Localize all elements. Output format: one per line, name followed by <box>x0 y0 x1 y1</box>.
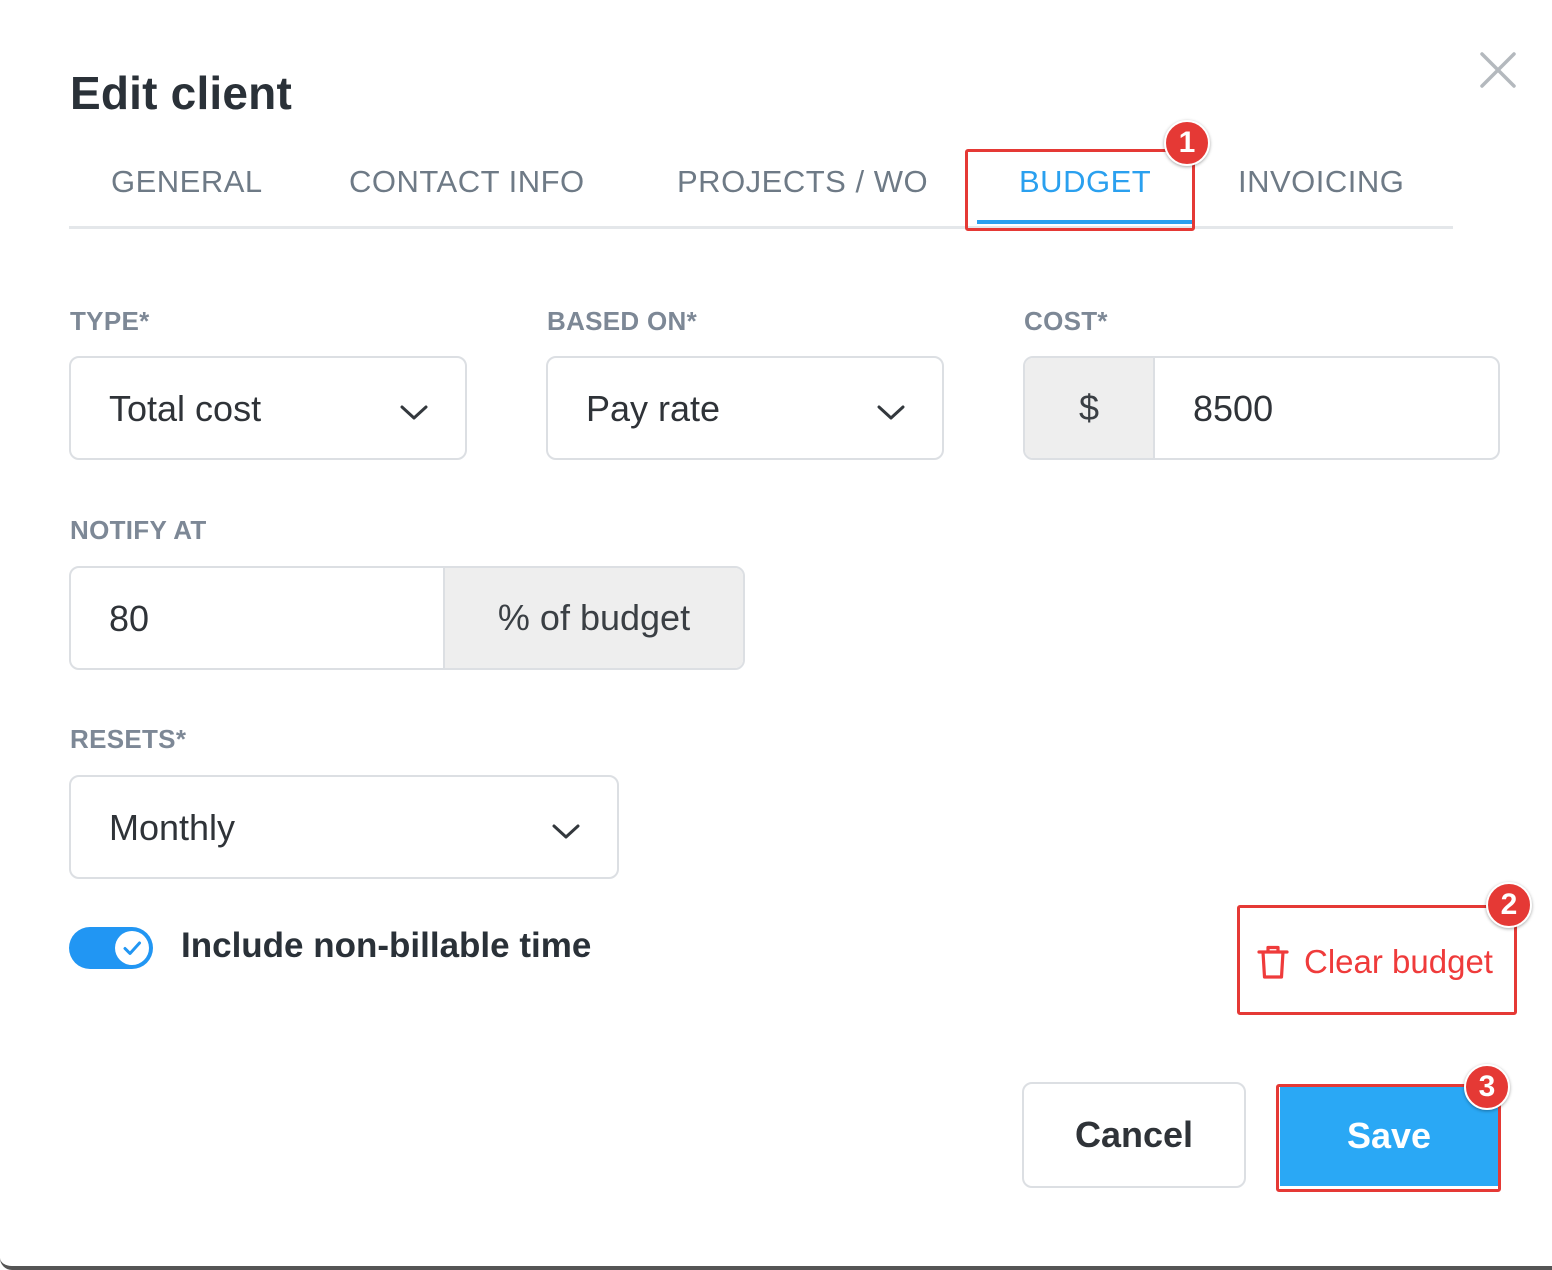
based-on-label: BASED ON* <box>547 306 698 336</box>
include-non-billable-toggle[interactable] <box>69 927 153 969</box>
cost-input-group: $ 8500 <box>1023 356 1500 460</box>
based-on-select[interactable]: Pay rate <box>546 356 944 460</box>
cost-input[interactable]: 8500 <box>1155 358 1498 458</box>
toggle-knob <box>115 931 149 965</box>
cost-value: 8500 <box>1193 388 1274 429</box>
based-on-value: Pay rate <box>586 388 721 429</box>
type-value: Total cost <box>109 388 262 429</box>
type-select[interactable]: Total cost <box>69 356 467 460</box>
tab-contact-info[interactable]: CONTACT INFO <box>349 164 585 200</box>
check-icon <box>123 941 141 955</box>
step-badge-2: 2 <box>1486 882 1532 928</box>
clear-budget-label: Clear budget <box>1304 943 1493 980</box>
tab-projects-wo[interactable]: PROJECTS / WO <box>677 164 928 200</box>
save-button[interactable]: Save <box>1280 1086 1498 1186</box>
resets-value: Monthly <box>109 807 236 848</box>
notify-at-input[interactable]: 80 <box>71 568 443 668</box>
percent-of-budget-suffix: % of budget <box>443 568 743 668</box>
edit-client-dialog: Edit client GENERAL CONTACT INFO PROJECT… <box>0 0 1552 1270</box>
tab-bar: GENERAL CONTACT INFO PROJECTS / WO BUDGE… <box>69 150 1453 229</box>
active-tab-indicator <box>977 220 1195 224</box>
tab-budget[interactable]: BUDGET <box>1019 164 1151 200</box>
resets-label: RESETS* <box>70 724 187 754</box>
cost-label: COST* <box>1024 306 1108 336</box>
step-badge-1: 1 <box>1164 120 1210 166</box>
step-badge-3: 3 <box>1464 1064 1510 1110</box>
notify-at-input-group: 80 % of budget <box>69 566 745 670</box>
clear-budget-button[interactable]: Clear budget <box>1256 938 1493 986</box>
tab-invoicing[interactable]: INVOICING <box>1238 164 1404 200</box>
close-button[interactable] <box>1478 50 1518 90</box>
include-non-billable-label: Include non-billable time <box>181 926 592 965</box>
chevron-down-icon <box>877 405 905 420</box>
close-icon <box>1480 52 1516 88</box>
trash-icon <box>1257 945 1289 979</box>
notify-at-value: 80 <box>109 598 150 639</box>
chevron-down-icon <box>552 824 580 839</box>
chevron-down-icon <box>400 405 428 420</box>
dialog-title: Edit client <box>70 67 293 119</box>
cancel-button[interactable]: Cancel <box>1022 1082 1246 1188</box>
resets-select[interactable]: Monthly <box>69 775 619 879</box>
currency-prefix: $ <box>1025 358 1155 458</box>
type-label: TYPE* <box>70 306 150 336</box>
notify-at-label: NOTIFY AT <box>70 515 207 545</box>
tab-general[interactable]: GENERAL <box>111 164 263 200</box>
